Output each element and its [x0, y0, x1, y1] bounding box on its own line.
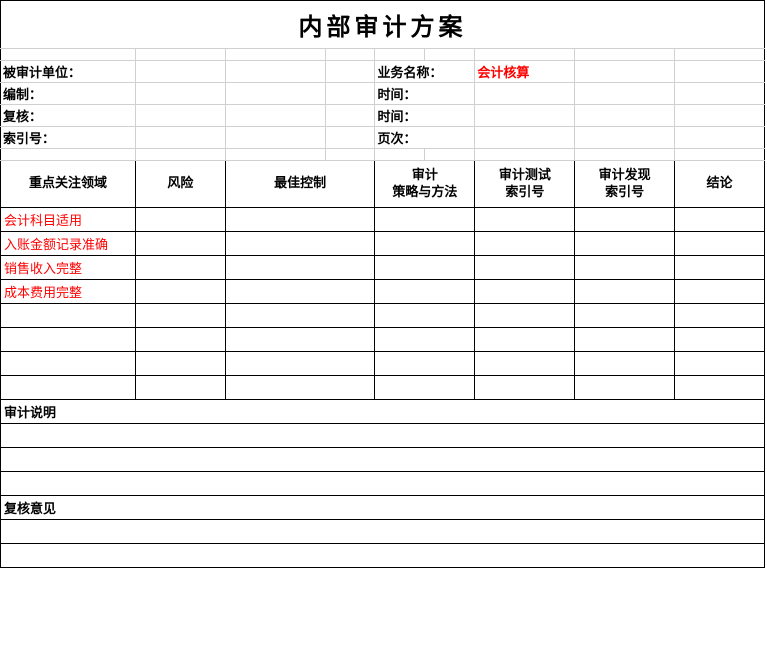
time-label-2: 时间： [375, 105, 475, 127]
focus-cell: 成本费用完整 [1, 279, 136, 303]
hdr-finding-index: 审计发现索引号 [575, 161, 675, 208]
review-opinion-row [1, 519, 765, 543]
time-label-1: 时间： [375, 83, 475, 105]
business-name-label: 业务名称： [375, 61, 475, 83]
table-row: 销售收入完整 [1, 255, 765, 279]
hdr-best-control: 最佳控制 [225, 161, 375, 208]
audit-plan-sheet: 内部审计方案 被审计单位： 业务名称： 会计核算 编制： 时间： 复核： 时间：… [0, 0, 765, 568]
table-row [1, 303, 765, 327]
business-name-value: 会计核算 [475, 61, 575, 83]
hdr-conclusion: 结论 [675, 161, 765, 208]
hdr-risk: 风险 [135, 161, 225, 208]
review-opinion-row [1, 543, 765, 567]
focus-cell: 销售收入完整 [1, 255, 136, 279]
audit-notes-header: 审计说明 [1, 399, 765, 423]
table-row: 会计科目适用 [1, 207, 765, 231]
hdr-test-index: 审计测试索引号 [475, 161, 575, 208]
index-no-label: 索引号： [1, 127, 136, 149]
focus-cell: 会计科目适用 [1, 207, 136, 231]
table-row: 成本费用完整 [1, 279, 765, 303]
page-label: 页次： [375, 127, 475, 149]
table-header-row: 重点关注领域 风险 最佳控制 审计策略与方法 审计测试索引号 审计发现索引号 结… [1, 161, 765, 208]
hdr-focus-area: 重点关注领域 [1, 161, 136, 208]
audit-notes-row [1, 423, 765, 447]
review-opinion-header: 复核意见 [1, 495, 765, 519]
table-row [1, 351, 765, 375]
hdr-strategy: 审计策略与方法 [375, 161, 475, 208]
table-row: 入账金额记录准确 [1, 231, 765, 255]
focus-cell: 入账金额记录准确 [1, 231, 136, 255]
audited-unit-label: 被审计单位： [1, 61, 136, 83]
table-row [1, 327, 765, 351]
prepared-by-label: 编制： [1, 83, 136, 105]
audit-notes-row [1, 447, 765, 471]
page-title: 内部审计方案 [1, 1, 765, 49]
table-row [1, 375, 765, 399]
audit-notes-row [1, 471, 765, 495]
reviewed-by-label: 复核： [1, 105, 136, 127]
